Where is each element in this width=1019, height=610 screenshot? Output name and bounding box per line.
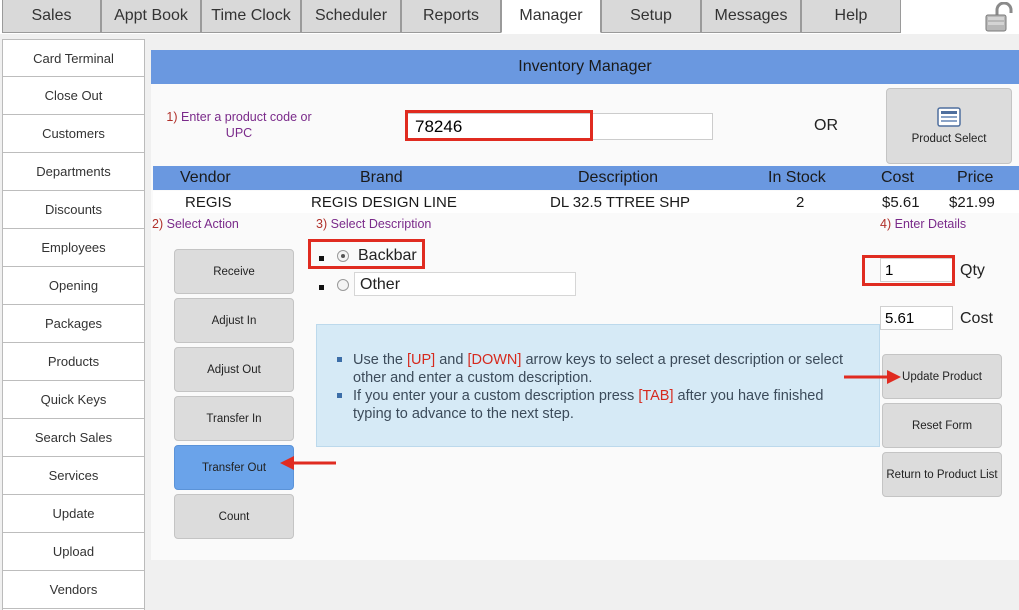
reset-form-button[interactable]: Reset Form (882, 403, 1002, 448)
column-header-cost: Cost (881, 169, 914, 186)
tab-appt-book[interactable]: Appt Book (101, 0, 201, 33)
step4-label: 4) Enter Details (880, 217, 966, 231)
step3-label: 3) Select Description (316, 217, 431, 231)
instructions-list: Use the [UP] and [DOWN] arrow keys to se… (335, 351, 855, 423)
cell-vendor: REGIS (185, 193, 232, 211)
tab-reports[interactable]: Reports (401, 0, 501, 33)
sidebar-item-packages[interactable]: Packages (3, 305, 144, 343)
tab-sales[interactable]: Sales (2, 0, 101, 33)
instruction-2: If you enter your a custom description p… (335, 387, 855, 423)
step1-number: 1) (166, 110, 178, 124)
sidebar-item-products[interactable]: Products (3, 343, 144, 381)
instruction-1-text-b: and (435, 352, 468, 368)
highlight-code (405, 110, 593, 141)
sidebar-item-discounts[interactable]: Discounts (3, 191, 144, 229)
cell-price: $21.99 (949, 193, 995, 211)
adjust-in-button[interactable]: Adjust In (174, 298, 294, 343)
return-to-product-list-button[interactable]: Return to Product List (882, 452, 1002, 497)
product-table-header: Vendor Brand Description In Stock Cost P… (153, 166, 1019, 190)
column-header-vendor: Vendor (180, 169, 231, 186)
step2-label: 2) Select Action (152, 217, 239, 231)
sidebar-item-upload[interactable]: Upload (3, 533, 144, 571)
step4-text: Enter Details (894, 217, 967, 231)
sidebar-item-search-sales[interactable]: Search Sales (3, 419, 144, 457)
sidebar-item-departments[interactable]: Departments (3, 153, 144, 191)
column-header-in-stock: In Stock (768, 169, 826, 186)
tab-setup[interactable]: Setup (601, 0, 701, 33)
instruction-1-text-a: Use the (353, 352, 407, 368)
cell-in-stock: 2 (796, 193, 805, 211)
tab-time-clock[interactable]: Time Clock (201, 0, 301, 33)
step3-number: 3) (316, 217, 328, 231)
step2-number: 2) (152, 217, 164, 231)
cell-brand: REGIS DESIGN LINE (311, 193, 457, 211)
cost-input[interactable] (880, 306, 953, 330)
or-label: OR (814, 117, 838, 134)
step2-text: Select Action (166, 217, 239, 231)
instruction-2-key-tab: [TAB] (638, 388, 674, 404)
receive-button[interactable]: Receive (174, 249, 294, 294)
column-header-price: Price (957, 169, 994, 186)
inventory-manager-panel: Inventory Manager 1) Enter a product cod… (151, 50, 1019, 560)
sidebar-item-customers[interactable]: Customers (3, 115, 144, 153)
adjust-out-button[interactable]: Adjust Out (174, 347, 294, 392)
highlight-backbar (308, 239, 425, 269)
sidebar: Card Terminal Close Out Customers Depart… (2, 39, 145, 610)
arrow-right-icon (844, 370, 901, 384)
tab-scheduler[interactable]: Scheduler (301, 0, 401, 33)
step4-number: 4) (880, 217, 892, 231)
sidebar-item-update[interactable]: Update (3, 495, 144, 533)
tab-manager[interactable]: Manager (501, 0, 601, 33)
arrow-left-icon (280, 456, 336, 470)
step1-label: 1) Enter a product code or UPC (158, 109, 320, 141)
tab-messages[interactable]: Messages (701, 0, 801, 33)
product-select-button[interactable]: Product Select (886, 88, 1012, 164)
instruction-1-key-down: [DOWN] (467, 352, 522, 368)
instructions-box: Use the [UP] and [DOWN] arrow keys to se… (316, 324, 880, 447)
instruction-1: Use the [UP] and [DOWN] arrow keys to se… (335, 351, 855, 387)
cost-label: Cost (960, 310, 993, 327)
count-button[interactable]: Count (174, 494, 294, 539)
column-header-description: Description (578, 169, 659, 186)
transfer-out-button[interactable]: Transfer Out (174, 445, 294, 490)
column-header-brand: Brand (360, 169, 403, 186)
cell-cost: $5.61 (882, 193, 920, 211)
highlight-qty (862, 255, 955, 286)
lock-icon[interactable] (983, 2, 1015, 32)
radio-other[interactable] (337, 279, 349, 291)
sidebar-item-card-terminal[interactable]: Card Terminal (3, 39, 144, 77)
sidebar-item-vendors[interactable]: Vendors (3, 571, 144, 609)
instruction-2-text-a: If you enter your a custom description p… (353, 388, 639, 404)
step3-text: Select Description (330, 217, 432, 231)
transfer-in-button[interactable]: Transfer In (174, 396, 294, 441)
top-nav: Sales Appt Book Time Clock Scheduler Rep… (0, 0, 1019, 34)
step1-text: Enter a product code or UPC (180, 110, 312, 140)
sidebar-item-services[interactable]: Services (3, 457, 144, 495)
sidebar-item-close-out[interactable]: Close Out (3, 77, 144, 115)
sidebar-item-employees[interactable]: Employees (3, 229, 144, 267)
sidebar-item-quick-keys[interactable]: Quick Keys (3, 381, 144, 419)
table-row[interactable]: REGIS REGIS DESIGN LINE DL 32.5 TTREE SH… (153, 191, 1019, 213)
instruction-1-key-up: [UP] (407, 352, 436, 368)
page-title: Inventory Manager (151, 50, 1019, 84)
product-select-icon (937, 107, 961, 127)
bullet-other (319, 285, 324, 290)
other-label: Other (360, 276, 401, 293)
product-select-label: Product Select (911, 133, 987, 145)
tab-help[interactable]: Help (801, 0, 901, 33)
qty-label: Qty (960, 262, 985, 279)
sidebar-item-opening[interactable]: Opening (3, 267, 144, 305)
cell-description: DL 32.5 TTREE SHP (550, 193, 691, 211)
